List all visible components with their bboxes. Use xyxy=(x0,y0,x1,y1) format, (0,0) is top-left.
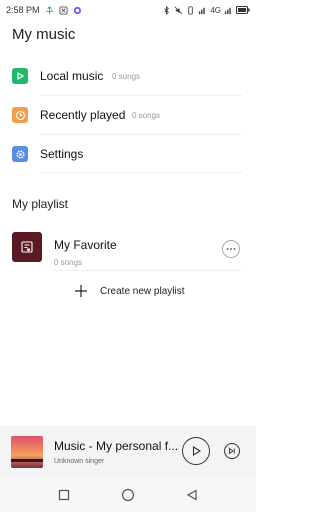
mute-icon xyxy=(174,6,183,14)
more-options-button[interactable] xyxy=(222,240,240,258)
skip-next-icon xyxy=(229,447,235,455)
gear-icon xyxy=(12,146,28,162)
home-button[interactable] xyxy=(120,487,136,503)
menu-label-settings: Settings xyxy=(40,147,84,161)
next-button[interactable] xyxy=(224,443,240,459)
playlist-item-my-favorite[interactable]: My Favorite 0 songs xyxy=(0,228,256,270)
now-playing-artist: Unknown singer xyxy=(54,458,105,465)
play-icon xyxy=(192,446,202,456)
album-art xyxy=(11,436,43,468)
play-icon xyxy=(12,68,28,84)
now-playing-bar[interactable]: Music - My personal f... Unknown singer xyxy=(0,426,256,478)
battery-icon xyxy=(236,6,250,14)
favorite-list-icon xyxy=(12,232,42,262)
signal-icon xyxy=(199,7,206,14)
bluetooth-icon xyxy=(164,5,170,15)
square-icon xyxy=(58,489,70,501)
menu-count-recently-played: 0 songs xyxy=(132,110,161,120)
section-title-my-playlist: My playlist xyxy=(12,197,69,211)
signal-icon-2 xyxy=(224,7,231,14)
triangle-back-icon xyxy=(186,489,197,501)
menu-label-recently-played: Recently played xyxy=(40,108,126,122)
page-title: My music xyxy=(12,26,76,43)
menu-item-recently-played[interactable]: Recently played 0 songs xyxy=(0,96,256,134)
menu-label-local-music: Local music xyxy=(40,69,104,83)
back-button[interactable] xyxy=(184,487,200,503)
system-nav-bar xyxy=(0,478,256,512)
usb-icon xyxy=(45,5,53,14)
playlist-count: 0 songs xyxy=(54,258,83,267)
now-playing-title: Music - My personal f... xyxy=(54,439,179,453)
play-button[interactable] xyxy=(182,437,210,465)
network-type: 4G xyxy=(210,5,221,15)
menu-item-local-music[interactable]: Local music 0 songs xyxy=(0,57,256,95)
more-horizontal-icon xyxy=(226,248,236,250)
create-playlist-label: Create new playlist xyxy=(100,286,185,297)
vibrate-icon xyxy=(188,5,194,15)
plus-icon xyxy=(75,285,87,297)
assistant-icon xyxy=(73,6,81,14)
status-bar: 2:58 PM 4G xyxy=(0,0,256,20)
playlist-name: My Favorite xyxy=(54,238,117,252)
menu-item-settings[interactable]: Settings xyxy=(0,135,256,173)
status-time: 2:58 PM xyxy=(6,5,40,15)
clock-icon xyxy=(12,107,28,123)
create-playlist-button[interactable]: Create new playlist xyxy=(0,280,256,304)
divider xyxy=(54,270,242,271)
app-notification-icon xyxy=(58,5,68,15)
divider xyxy=(40,172,242,173)
menu-count-local-music: 0 songs xyxy=(112,71,141,81)
recents-button[interactable] xyxy=(56,487,72,503)
circle-icon xyxy=(121,488,135,502)
